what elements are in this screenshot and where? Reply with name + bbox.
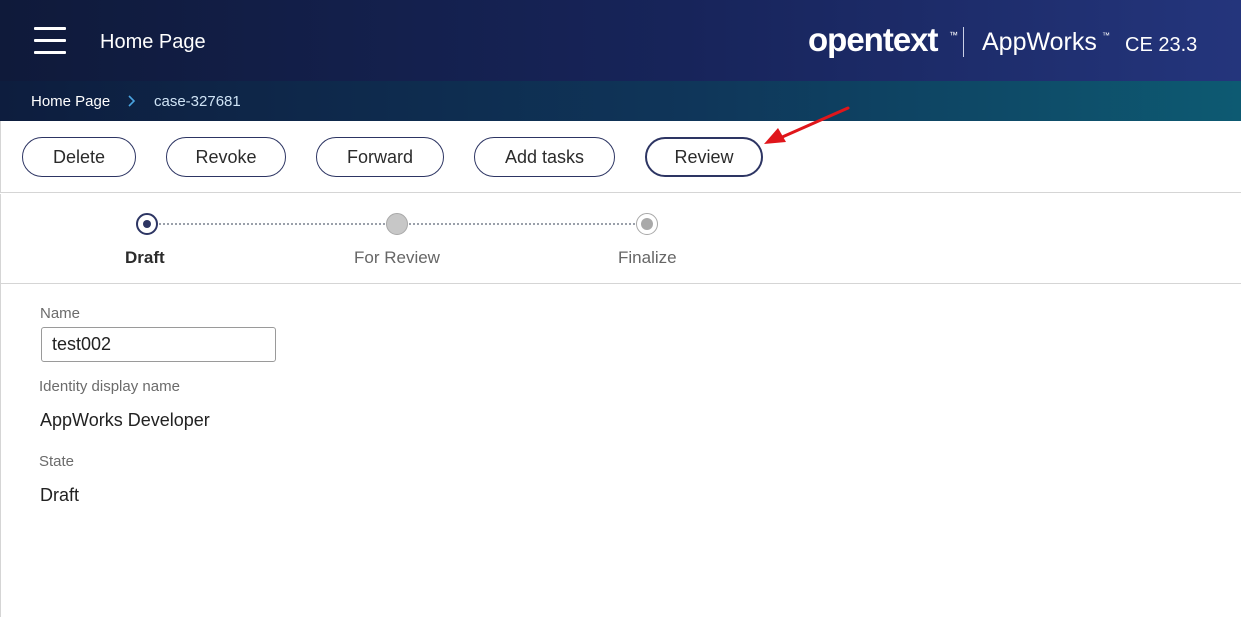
step-label-draft: Draft: [125, 248, 165, 267]
product-version: CE 23.3: [1125, 34, 1198, 56]
add-tasks-button[interactable]: Add tasks: [474, 137, 615, 177]
chevron-right-icon: [128, 95, 136, 107]
page-title: Home Page: [100, 31, 206, 53]
identity-label: Identity display name: [39, 378, 180, 395]
breadcrumb-item-case: case-327681: [154, 93, 241, 110]
brand-divider: [963, 27, 964, 57]
step-label-finalize: Finalize: [618, 248, 677, 267]
review-button[interactable]: Review: [645, 137, 763, 177]
step-pending-icon: [636, 213, 658, 235]
forward-button[interactable]: Forward: [316, 137, 444, 177]
identity-value: AppWorks Developer: [40, 410, 210, 430]
trademark-mark: ™: [949, 30, 958, 40]
step-current-icon: [136, 213, 158, 235]
lifecycle-stepper: Draft For Review Finalize: [0, 194, 1241, 284]
opentext-logo: opentext: [808, 21, 939, 58]
product-name: AppWorks: [982, 28, 1097, 56]
name-input[interactable]: [41, 327, 276, 362]
case-form: Name Identity display name AppWorks Deve…: [0, 284, 1241, 617]
delete-button[interactable]: Delete: [22, 137, 136, 177]
breadcrumb-item-home[interactable]: Home Page: [31, 93, 110, 111]
step-connector: [409, 223, 635, 225]
step-pending-icon: [386, 213, 408, 235]
step-label-for-review: For Review: [354, 248, 440, 267]
breadcrumb: Home Page case-327681: [0, 81, 1241, 121]
step-connector: [159, 223, 385, 225]
state-label: State: [39, 453, 75, 470]
action-toolbar: Delete Revoke Forward Add tasks Review: [0, 121, 1241, 193]
state-value: Draft: [40, 485, 80, 505]
name-label: Name: [40, 305, 81, 322]
app-header: Home Page opentext ™ AppWorks ™ CE 23.3: [0, 0, 1241, 81]
hamburger-menu-icon[interactable]: [34, 27, 66, 55]
trademark-mark: ™: [1102, 31, 1110, 40]
revoke-button[interactable]: Revoke: [166, 137, 286, 177]
